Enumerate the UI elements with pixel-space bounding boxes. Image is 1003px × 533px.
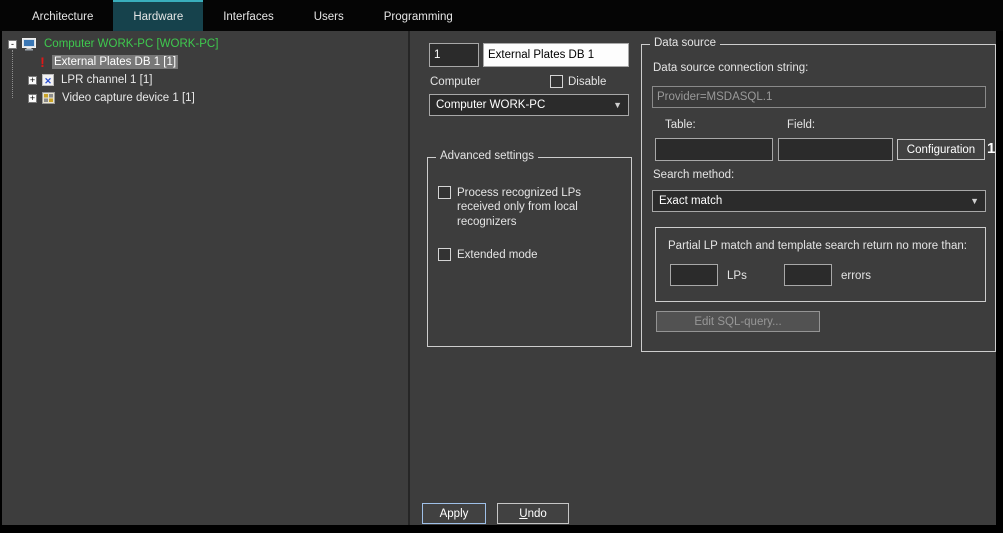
tree-item-computer[interactable]: - Computer WORK-PC [WORK-PC]: [8, 36, 220, 52]
computer-label: Computer: [430, 76, 481, 88]
application-window: Architecture Hardware Interfaces Users P…: [0, 0, 1003, 533]
tree-item-video-capture-device[interactable]: + Video capture device 1 [1]: [28, 90, 197, 106]
tree-item-label[interactable]: LPR channel 1 [1]: [59, 73, 154, 87]
errors-label: errors: [841, 270, 871, 282]
tab-hardware[interactable]: Hardware: [113, 0, 203, 31]
tree-item-label[interactable]: Video capture device 1 [1]: [60, 91, 197, 105]
alert-icon: !: [38, 54, 47, 70]
object-id-field[interactable]: [429, 43, 479, 67]
lps-limit-field[interactable]: [670, 264, 718, 286]
search-method-select[interactable]: Exact match ▼: [652, 190, 986, 212]
tab-interfaces[interactable]: Interfaces: [203, 0, 294, 31]
tree-item-label[interactable]: Computer WORK-PC [WORK-PC]: [42, 37, 220, 51]
tab-architecture[interactable]: Architecture: [12, 0, 113, 31]
connection-string-label: Data source connection string:: [653, 62, 808, 74]
tab-users[interactable]: Users: [294, 0, 364, 31]
edit-sql-query-button[interactable]: Edit SQL-query...: [656, 311, 820, 332]
chevron-down-icon: ▼: [970, 196, 979, 206]
expand-toggle-icon[interactable]: +: [28, 94, 37, 103]
data-source-title: Data source: [650, 37, 720, 49]
search-method-value: Exact match: [659, 195, 722, 207]
tree-item-label[interactable]: External Plates DB 1 [1]: [52, 55, 178, 69]
disable-label: Disable: [568, 76, 606, 88]
field-field[interactable]: [778, 138, 893, 161]
top-tab-bar: Architecture Hardware Interfaces Users P…: [0, 0, 1003, 31]
expand-toggle-icon[interactable]: +: [28, 76, 37, 85]
tree-connector-line: [12, 50, 13, 98]
process-recognized-lps-checkbox[interactable]: [438, 186, 451, 199]
annotation-1: 1: [987, 140, 995, 157]
tree-item-lpr-channel[interactable]: + ✕ LPR channel 1 [1]: [28, 72, 154, 88]
computer-icon: [22, 38, 37, 51]
field-label: Field:: [787, 119, 815, 131]
video-capture-icon: [42, 92, 55, 104]
object-name-field[interactable]: [483, 43, 629, 67]
chevron-down-icon: ▼: [613, 100, 622, 110]
apply-button[interactable]: Apply: [422, 503, 486, 524]
errors-limit-field[interactable]: [784, 264, 832, 286]
table-label: Table:: [665, 119, 696, 131]
partial-match-title: Partial LP match and template search ret…: [668, 240, 967, 252]
tab-programming[interactable]: Programming: [364, 0, 473, 31]
undo-button-label: Undo: [519, 508, 547, 520]
computer-select-value: Computer WORK-PC: [436, 99, 545, 111]
table-field[interactable]: [655, 138, 773, 161]
tree-item-external-plates-db[interactable]: ! External Plates DB 1 [1]: [38, 54, 178, 70]
disable-checkbox[interactable]: [550, 75, 563, 88]
extended-mode-label: Extended mode: [457, 249, 538, 261]
lps-label: LPs: [727, 270, 747, 282]
search-method-label: Search method:: [653, 169, 734, 181]
configuration-button[interactable]: Configuration: [897, 139, 985, 160]
extended-mode-checkbox[interactable]: [438, 248, 451, 261]
collapse-toggle-icon[interactable]: -: [8, 40, 17, 49]
undo-button[interactable]: Undo: [497, 503, 569, 524]
lpr-channel-icon: ✕: [42, 74, 54, 86]
advanced-settings-title: Advanced settings: [436, 150, 538, 162]
process-recognized-lps-label: Process recognized LPs received only fro…: [457, 186, 609, 229]
connection-string-field[interactable]: [652, 86, 986, 108]
computer-select[interactable]: Computer WORK-PC ▼: [429, 94, 629, 116]
